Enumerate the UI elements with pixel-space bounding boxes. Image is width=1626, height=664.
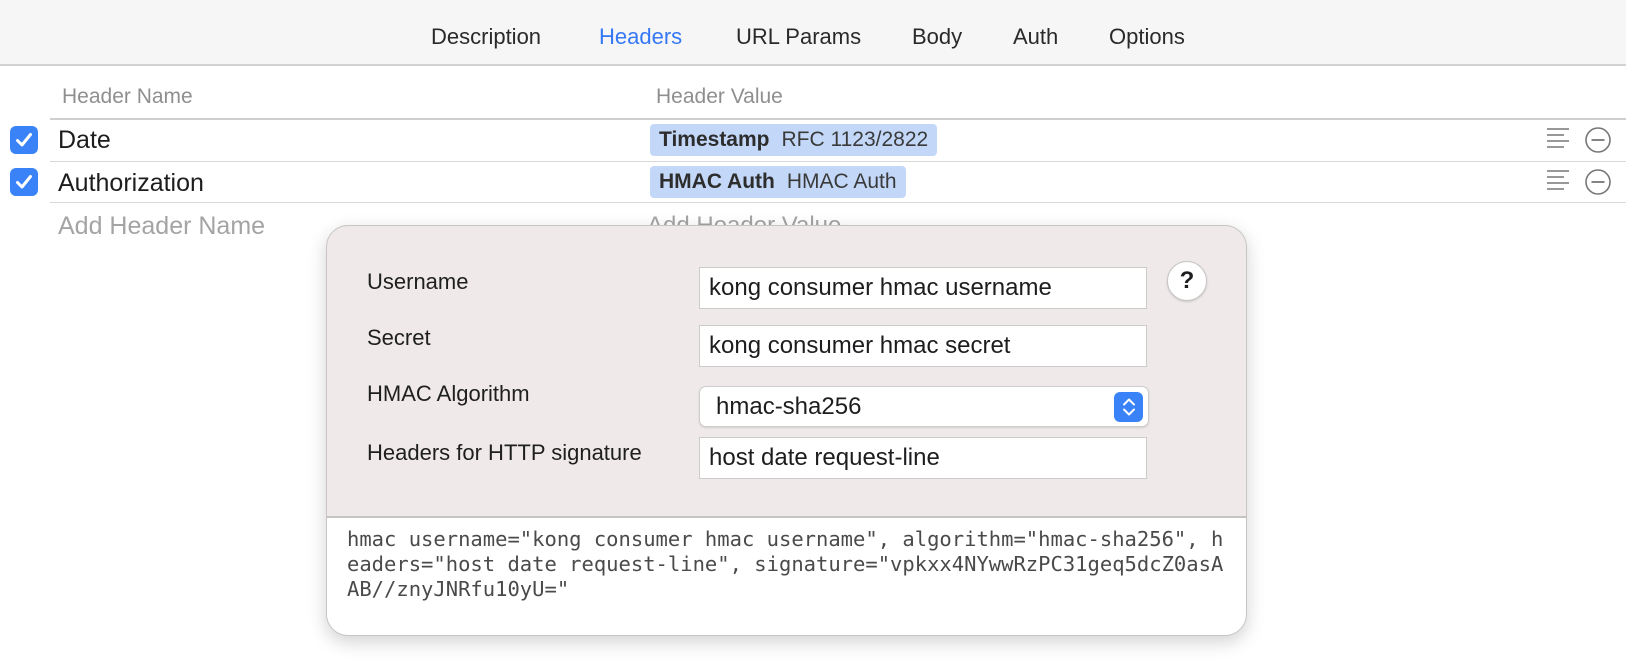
token-name: HMAC Auth (659, 170, 775, 193)
hmac-algorithm-value: hmac-sha256 (716, 393, 862, 420)
tab-bar: Description Headers URL Params Body Auth… (0, 0, 1626, 66)
username-field[interactable]: kong consumer hmac username (699, 267, 1147, 309)
hmac-algorithm-select[interactable]: hmac-sha256 (699, 386, 1149, 427)
header-value-token[interactable]: HMAC Auth HMAC Auth (650, 166, 906, 198)
secret-field[interactable]: kong consumer hmac secret (699, 325, 1147, 367)
token-detail: RFC 1123/2822 (781, 128, 929, 151)
help-button[interactable]: ? (1167, 261, 1207, 301)
row-enabled-checkbox[interactable] (10, 168, 38, 196)
username-label: Username (367, 269, 469, 294)
tab-headers[interactable]: Headers (599, 24, 682, 50)
header-name-cell[interactable]: Date (58, 126, 111, 155)
tab-url-params[interactable]: URL Params (736, 24, 861, 50)
token-detail: HMAC Auth (786, 170, 897, 193)
minus-circle-icon[interactable] (1584, 168, 1612, 196)
row-divider (50, 202, 1626, 203)
signature-headers-field[interactable]: host date request-line (699, 437, 1147, 479)
table-divider (50, 118, 1626, 120)
header-name-cell[interactable]: Authorization (58, 169, 204, 198)
row-enabled-checkbox[interactable] (10, 126, 38, 154)
signature-headers-label: Headers for HTTP signature (367, 440, 642, 465)
tab-description[interactable]: Description (431, 24, 541, 50)
hmac-auth-popover: Username kong consumer hmac username ? S… (326, 225, 1247, 636)
checkmark-icon (16, 133, 32, 147)
header-value-preview: hmac username="kong consumer hmac userna… (327, 518, 1246, 635)
column-header-value: Header Value (656, 85, 783, 108)
row-divider (50, 161, 1626, 162)
lines-icon[interactable] (1546, 127, 1570, 149)
checkmark-icon (16, 175, 32, 189)
column-header-name: Header Name (62, 85, 193, 108)
tab-body[interactable]: Body (912, 24, 962, 50)
up-down-chevron-icon (1114, 392, 1143, 422)
lines-icon[interactable] (1546, 169, 1570, 191)
secret-label: Secret (367, 325, 431, 350)
minus-circle-icon[interactable] (1584, 126, 1612, 154)
header-value-token[interactable]: Timestamp RFC 1123/2822 (650, 124, 938, 156)
token-name: Timestamp (659, 128, 770, 151)
tab-auth[interactable]: Auth (1013, 24, 1058, 50)
hmac-algorithm-label: HMAC Algorithm (367, 381, 530, 406)
add-header-name-field[interactable]: Add Header Name (58, 212, 265, 241)
tab-options[interactable]: Options (1109, 24, 1185, 50)
